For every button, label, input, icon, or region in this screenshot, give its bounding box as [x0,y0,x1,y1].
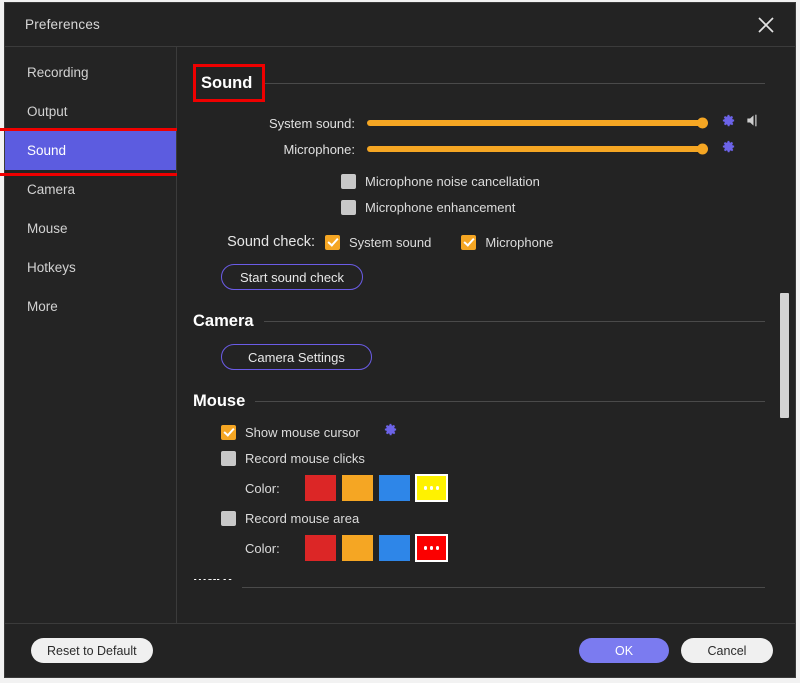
scrollbar-thumb[interactable] [780,293,789,418]
camera-settings-button[interactable]: Camera Settings [221,344,372,370]
system-sound-slider[interactable] [367,117,708,129]
color-swatch-red[interactable] [305,475,336,501]
checkbox-record-mouse-clicks[interactable] [221,450,236,466]
checkbox-row-record-mouse-clicks[interactable]: Record mouse clicks [221,445,765,471]
sidebar-item-sound[interactable]: Sound [0,128,183,176]
sidebar: Recording Output Sound Camera Mouse Hotk… [0,47,183,623]
sidebar-item-label: More [27,299,58,314]
checkbox-label: Microphone enhancement [365,199,516,215]
sidebar-item-label: Sound [27,143,67,158]
section-header-mouse: Mouse [193,392,765,411]
color-row-record-clicks: Color: [245,471,765,505]
sidebar-item-label: Camera [27,182,76,197]
close-icon[interactable] [751,10,781,40]
checkbox-label: Microphone [485,234,554,250]
section-title-camera: Camera [193,312,254,330]
checkbox-label: Show mouse cursor [245,424,360,440]
checkbox-label: Record mouse area [245,510,360,526]
checkbox-label: Microphone noise cancellation [365,173,540,189]
sidebar-item-hotkeys[interactable]: Hotkeys [5,248,176,287]
section-header-cutoff: Mark [193,579,765,588]
sidebar-item-more[interactable]: More [5,287,176,326]
gear-icon[interactable] [721,139,736,159]
system-sound-label: System sound: [269,115,355,131]
checkbox-noise-cancellation[interactable] [341,173,356,189]
divider [241,587,765,588]
checkbox-row-show-mouse-cursor[interactable]: Show mouse cursor [221,419,765,445]
checkbox-row-noise-cancellation[interactable]: Microphone noise cancellation [341,168,765,194]
more-dots-icon [416,475,447,501]
speaker-mute-icon[interactable] [745,113,762,133]
color-swatch-blue[interactable] [379,475,410,501]
sidebar-item-label: Hotkeys [27,260,76,275]
cancel-button[interactable]: Cancel [681,638,773,663]
color-row-record-area: Color: [245,531,765,565]
checkbox-mic-enhancement[interactable] [341,199,356,215]
color-swatch-bright-red-selected[interactable] [415,534,448,562]
system-sound-slider-row: System sound: [199,110,765,136]
sidebar-item-mouse[interactable]: Mouse [5,209,176,248]
section-title-sound: Sound [201,74,253,92]
sidebar-item-camera[interactable]: Camera [5,170,176,209]
checkbox-label: Record mouse clicks [245,450,365,466]
microphone-label: Microphone: [283,141,355,157]
more-dots-icon [416,535,447,561]
section-header-camera: Camera [193,312,765,331]
checkbox-row-sc-system-sound[interactable]: System sound [325,234,432,250]
sidebar-item-label: Output [27,104,68,119]
settings-scroll-area: Sound System sound: Microphone: Micropho… [177,47,795,623]
color-swatch-yellow-selected[interactable] [415,474,448,502]
slider-knob[interactable] [697,117,708,129]
checkbox-row-record-mouse-area[interactable]: Record mouse area [221,505,765,531]
sidebar-item-label: Recording [27,65,89,80]
sidebar-item-recording[interactable]: Recording [5,53,176,92]
color-label: Color: [245,480,280,496]
microphone-slider-row: Microphone: [199,136,765,162]
footer-bar: Reset to Default OK Cancel [5,623,795,677]
color-swatch-red[interactable] [305,535,336,561]
color-swatch-blue[interactable] [379,535,410,561]
start-sound-check-button[interactable]: Start sound check [221,264,364,290]
window-body: Recording Output Sound Camera Mouse Hotk… [0,47,795,623]
slider-knob[interactable] [697,143,708,155]
sound-check-row: Sound check: System sound Microphone [199,234,765,250]
sidebar-item-label: Mouse [27,221,68,236]
section-header-sound: Sound [193,64,765,102]
section-title-cutoff: Mark [193,579,242,583]
checkbox-record-mouse-area[interactable] [221,510,236,526]
reset-to-default-button[interactable]: Reset to Default [31,638,153,663]
ok-button[interactable]: OK [579,638,669,663]
section-title-mouse: Mouse [193,392,246,410]
gear-icon[interactable] [721,113,736,133]
sound-check-label: Sound check: [227,234,315,250]
divider [255,401,765,402]
vertical-scrollbar[interactable] [780,55,789,615]
microphone-slider[interactable] [367,143,708,155]
title-bar: Preferences [5,3,795,47]
checkbox-row-mic-enhancement[interactable]: Microphone enhancement [341,194,765,220]
color-swatch-orange[interactable] [342,475,373,501]
preferences-window: Preferences Recording Output Sound Camer… [0,2,796,678]
settings-panel: Sound System sound: Microphone: Micropho… [177,47,795,623]
color-swatch-orange[interactable] [342,535,373,561]
window-title: Preferences [25,17,100,32]
divider [262,83,765,84]
checkbox-show-mouse-cursor[interactable] [221,424,236,440]
color-label: Color: [245,540,280,556]
checkbox-sc-system-sound[interactable] [325,234,340,250]
checkbox-row-sc-microphone[interactable]: Microphone [461,234,554,250]
gear-icon[interactable] [383,422,398,442]
checkbox-sc-microphone[interactable] [461,234,477,250]
divider [263,321,765,322]
sidebar-item-output[interactable]: Output [5,92,176,131]
checkbox-label: System sound [349,234,432,250]
